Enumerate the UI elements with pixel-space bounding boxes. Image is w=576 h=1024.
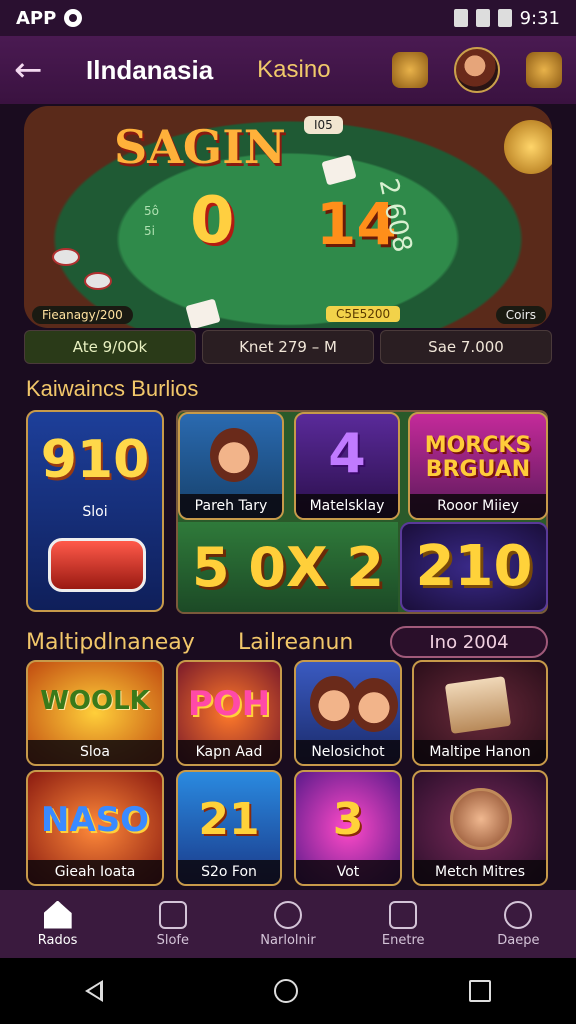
character-icon [350,678,398,732]
badge-icon [450,788,512,850]
nav-item-home[interactable]: Rados [0,890,115,958]
game-tile-slot[interactable]: 910 Sloi [26,410,164,612]
game-tile[interactable]: Metch Mitres [412,770,548,886]
hero-sign: SAGIN [114,120,286,174]
tile-number: 21 [198,794,260,845]
list-icon [158,900,187,929]
tile-label: Vot [296,860,400,884]
recents-icon[interactable] [468,980,491,1002]
tile-number: 910 [40,430,150,490]
section-heading: Kaiwaincs Burlios [26,376,199,401]
tile-label: Sloa [28,740,162,764]
status-app-label: APP [16,7,57,29]
status-time: 9:31 [519,7,560,29]
wallet-icon[interactable] [526,52,562,88]
game-tile[interactable]: 3 Vot [294,770,402,886]
signal-icon [475,9,490,27]
nav-label: Enetre [381,932,425,948]
bell-icon [389,900,418,929]
avatar[interactable] [454,47,500,93]
home-icon [43,900,72,929]
nav-item-search[interactable]: Narlolnir [230,890,345,958]
coin-icon [504,120,552,174]
promo-banner[interactable]: 5 0X 2 [178,522,398,612]
nav-item-profile[interactable]: Daepe [461,890,576,958]
nav-label: Slofe [156,932,189,948]
stat-item[interactable]: Knet 279 – M [202,330,374,364]
hero-info-left: Fieanagy/200 [32,306,133,324]
tile-label: Maltipe Hanon [414,740,546,764]
nav-item-events[interactable]: Enetre [346,890,461,958]
hero-felt-label: 5ô [144,204,159,218]
tile-label: Pareh Tary [180,494,282,518]
nav-label: Daepe [497,932,540,948]
status-bar: APP 9:31 [0,0,576,36]
hero-info-mid: C5E5200 [326,306,401,322]
tile-title: POH [187,684,271,724]
card-icon [185,298,221,328]
treasure-box-icon [444,676,512,734]
game-tile-four[interactable]: 4 Matelsklay [294,412,400,520]
notification-icon [64,9,83,27]
game-tile[interactable]: WOOLK Sloa [26,660,164,766]
tile-label: Metch Mitres [414,860,546,884]
battery-icon [497,9,512,27]
stat-item[interactable]: Ate 9/0Ok [24,330,196,364]
card-icon [321,154,357,186]
user-icon [504,900,533,929]
slot-machine-icon [48,538,146,592]
tile-number: 3 [332,794,364,845]
wifi-icon [453,9,468,27]
back-arrow-icon[interactable]: ← [14,50,58,90]
game-tile[interactable]: Maltipe Hanon [412,660,548,766]
app-header: ← Ilndanasia Kasino [0,36,576,104]
filter-pill[interactable]: Ino 2004 [390,626,548,658]
system-nav [0,958,576,1024]
tile-label: Matelsklay [296,494,398,518]
tile-label: Sloi [82,504,108,520]
game-tile[interactable]: 21 S2o Fon [176,770,282,886]
tile-number: 4 [328,422,366,485]
hero-felt-label: 5i [144,224,155,238]
hero-banner[interactable]: SAGIN I05 5ô 5i 0 14 2 608 Fieanagy/200 … [24,106,552,328]
tile-label: Kapn Aad [178,740,280,764]
tile-label: Rooor Miiey [410,494,546,518]
section-heading: Lailreanun [238,629,354,655]
nav-label: Rados [37,932,78,948]
hero-number: 0 [190,184,235,258]
bottom-nav: Rados Slofe Narlolnir Enetre Daepe [0,890,576,958]
character-icon [210,428,258,482]
game-tile-210[interactable]: 210 [400,522,548,612]
app-title: Ilndanasia [86,54,214,85]
hero-info-right: Coirs [495,306,546,324]
promo-text: 5 0X 2 [192,536,384,599]
tile-title: NASO [40,800,150,840]
game-tile-cowboy[interactable]: Pareh Tary [178,412,284,520]
stats-bar: Ate 9/0Ok Knet 279 – M Sae 7.000 [24,330,552,364]
section-title[interactable]: Kasino [257,56,330,84]
nav-item-slots[interactable]: Slofe [115,890,230,958]
hero-top-label: I05 [304,116,343,134]
section-heading: Maltipdlnaneay [26,629,195,655]
game-tile[interactable]: Nelosichot [294,660,402,766]
game-tile-money[interactable]: MORCKS BRGUAN Rooor Miiey [408,412,548,520]
home-circle-icon[interactable] [273,979,298,1003]
stat-item[interactable]: Sae 7.000 [380,330,552,364]
tile-label: Nelosichot [296,740,400,764]
tile-label: S2o Fon [178,860,280,884]
tile-number: 210 [415,534,533,599]
tile-title: MORCKS BRGUAN [424,433,532,482]
chip-icon [84,272,112,290]
search-icon [274,900,302,929]
tile-label: Gieah Ioata [28,860,162,884]
tile-title: WOOLK [40,686,150,716]
back-icon[interactable] [85,980,104,1002]
nav-label: Narlolnir [260,932,316,948]
game-tile[interactable]: NASO Gieah Ioata [26,770,164,886]
chip-icon [52,248,80,266]
game-tile[interactable]: POH Kapn Aad [176,660,282,766]
gift-icon[interactable] [392,52,428,88]
